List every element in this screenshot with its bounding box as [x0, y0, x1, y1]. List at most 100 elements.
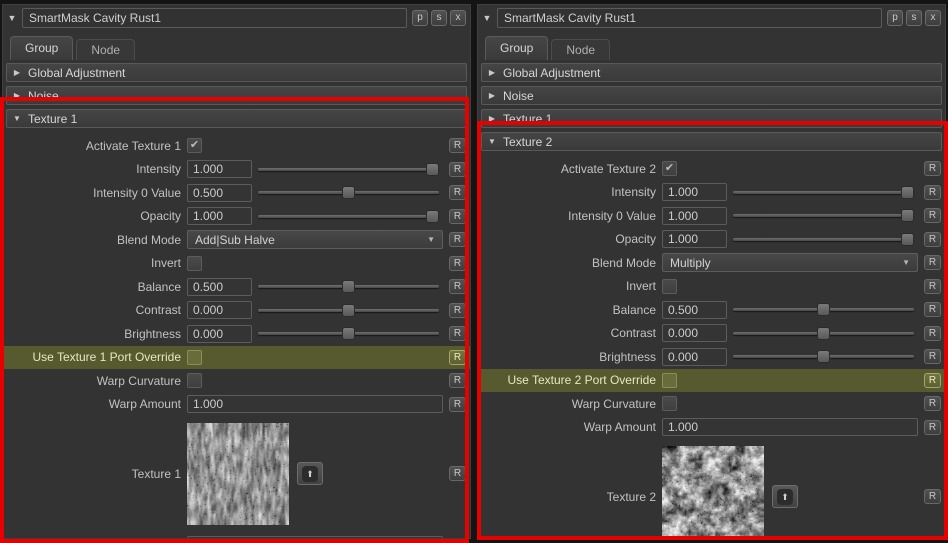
slider-handle[interactable] — [901, 233, 914, 246]
window-button-p[interactable]: p — [887, 10, 903, 26]
reset-button[interactable]: R — [924, 255, 941, 270]
reset-button[interactable]: R — [449, 209, 466, 224]
section-header-global-adjustment[interactable]: ▶Global Adjustment — [481, 63, 942, 82]
slider[interactable] — [258, 162, 439, 177]
checkbox-activate-texture-2[interactable]: ✔ — [662, 161, 677, 176]
texture-thumbnail[interactable] — [662, 446, 764, 540]
slider-handle[interactable] — [901, 186, 914, 199]
value-input[interactable]: 1.000 — [187, 536, 443, 539]
window-button-x[interactable]: x — [925, 10, 941, 26]
slider[interactable] — [258, 185, 439, 200]
value-input[interactable]: 0.000 — [662, 348, 727, 366]
window-button-s[interactable]: s — [431, 10, 447, 26]
collapse-triangle-icon[interactable]: ▼ — [482, 13, 492, 23]
reset-button[interactable]: R — [449, 185, 466, 200]
slider-handle[interactable] — [342, 186, 355, 199]
slider-handle[interactable] — [342, 280, 355, 293]
value-input[interactable]: 1.000 — [187, 207, 252, 225]
reset-button[interactable]: R — [924, 373, 941, 388]
slider-handle[interactable] — [817, 327, 830, 340]
value-input[interactable]: 1.000 — [662, 418, 918, 436]
slider[interactable] — [258, 279, 439, 294]
slider[interactable] — [258, 326, 439, 341]
slider-handle[interactable] — [817, 350, 830, 363]
dropdown-blend-mode[interactable]: Multiply▼ — [662, 253, 918, 272]
slider[interactable] — [733, 302, 914, 317]
reset-button[interactable]: R — [449, 232, 466, 247]
reset-button[interactable]: R — [449, 303, 466, 318]
value-input[interactable]: 0.500 — [187, 278, 252, 296]
section-header-texture-1[interactable]: ▼Texture 1 — [6, 109, 467, 128]
checkbox-warp-curvature[interactable] — [662, 396, 677, 411]
slider[interactable] — [733, 208, 914, 223]
section-header-noise[interactable]: ▶Noise — [6, 86, 467, 105]
reset-button[interactable]: R — [924, 420, 941, 435]
reset-button[interactable]: R — [924, 326, 941, 341]
window-button-s[interactable]: s — [906, 10, 922, 26]
slider-handle[interactable] — [426, 210, 439, 223]
window-button-p[interactable]: p — [412, 10, 428, 26]
reset-button[interactable]: R — [449, 466, 466, 481]
value-input[interactable]: 1.000 — [662, 183, 727, 201]
reset-button[interactable]: R — [449, 397, 466, 412]
reset-button[interactable]: R — [924, 232, 941, 247]
node-title-field[interactable]: SmartMask Cavity Rust1 — [22, 8, 407, 28]
value-input[interactable]: 1.000 — [187, 160, 252, 178]
window-button-x[interactable]: x — [450, 10, 466, 26]
value-input[interactable]: 0.500 — [187, 184, 252, 202]
slider[interactable] — [733, 326, 914, 341]
reset-button[interactable]: R — [924, 208, 941, 223]
tab-node[interactable]: Node — [551, 39, 610, 60]
section-header-texture-2[interactable]: ▼Texture 2 — [481, 132, 942, 151]
value-input[interactable]: 1.000 — [187, 395, 443, 413]
reset-button[interactable]: R — [924, 349, 941, 364]
reset-button[interactable]: R — [924, 161, 941, 176]
reset-button[interactable]: R — [924, 302, 941, 317]
slider[interactable] — [733, 185, 914, 200]
slider-handle[interactable] — [426, 163, 439, 176]
value-input[interactable]: 0.000 — [187, 325, 252, 343]
value-input[interactable]: 0.500 — [662, 301, 727, 319]
tab-group[interactable]: Group — [485, 36, 548, 60]
checkbox-activate-texture-1[interactable]: ✔ — [187, 138, 202, 153]
reset-button[interactable]: R — [449, 256, 466, 271]
reset-button[interactable]: R — [449, 326, 466, 341]
dropdown-blend-mode[interactable]: Add|Sub Halve▼ — [187, 230, 443, 249]
upload-button[interactable]: ⬆ — [297, 462, 323, 485]
section-header-texture-1[interactable]: ▶Texture 1 — [481, 109, 942, 128]
checkbox-invert[interactable] — [662, 279, 677, 294]
checkbox-warp-curvature[interactable] — [187, 373, 202, 388]
slider-handle[interactable] — [342, 304, 355, 317]
checkbox-use-texture-2-port-override[interactable] — [662, 373, 677, 388]
tab-group[interactable]: Group — [10, 36, 73, 60]
slider[interactable] — [258, 303, 439, 318]
reset-button[interactable]: R — [449, 373, 466, 388]
texture-thumbnail[interactable] — [187, 423, 289, 525]
checkbox-use-texture-1-port-override[interactable] — [187, 350, 202, 365]
value-input[interactable]: 0.000 — [662, 324, 727, 342]
reset-button[interactable]: R — [449, 279, 466, 294]
reset-button[interactable]: R — [449, 350, 466, 365]
value-input[interactable]: 1.000 — [662, 230, 727, 248]
reset-button[interactable]: R — [924, 185, 941, 200]
reset-button[interactable]: R — [924, 279, 941, 294]
slider[interactable] — [733, 232, 914, 247]
node-title-field[interactable]: SmartMask Cavity Rust1 — [497, 8, 882, 28]
collapse-triangle-icon[interactable]: ▼ — [7, 13, 17, 23]
slider-handle[interactable] — [342, 327, 355, 340]
reset-button[interactable]: R — [449, 538, 466, 540]
value-input[interactable]: 0.000 — [187, 301, 252, 319]
value-input[interactable]: 1.000 — [662, 207, 727, 225]
reset-button[interactable]: R — [924, 396, 941, 411]
reset-button[interactable]: R — [449, 138, 466, 153]
slider[interactable] — [733, 349, 914, 364]
tab-node[interactable]: Node — [76, 39, 135, 60]
slider-handle[interactable] — [817, 303, 830, 316]
section-header-noise[interactable]: ▶Noise — [481, 86, 942, 105]
section-header-global-adjustment[interactable]: ▶Global Adjustment — [6, 63, 467, 82]
upload-button[interactable]: ⬆ — [772, 485, 798, 508]
reset-button[interactable]: R — [924, 489, 941, 504]
reset-button[interactable]: R — [449, 162, 466, 177]
checkbox-invert[interactable] — [187, 256, 202, 271]
slider-handle[interactable] — [901, 209, 914, 222]
